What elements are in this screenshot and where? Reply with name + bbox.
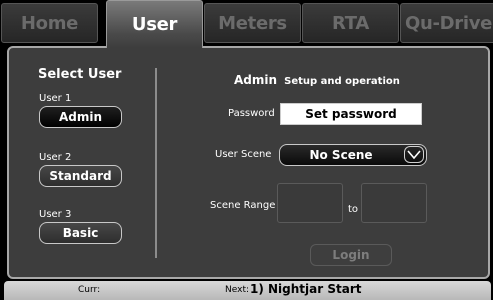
scene-status-bar: Curr: Next: 1) Nightjar Start [4,281,491,300]
user-admin-button[interactable]: Admin [39,106,122,128]
tab-bar: Home User Meters RTA Qu-Drive [0,0,493,48]
user-scene-value: No Scene [309,147,373,162]
user-scene-label: User Scene [215,149,272,160]
current-user-heading: Admin Setup and operation [234,69,400,88]
panel-divider [155,68,157,258]
user-basic-button[interactable]: Basic [39,222,122,244]
select-user-heading: Select User [38,67,122,82]
user-panel: Select User User 1 Admin User 2 Standard… [7,46,490,279]
scene-range-start-field[interactable] [277,183,343,223]
chevron-down-icon[interactable] [404,146,424,163]
user-standard-button[interactable]: Standard [39,165,122,187]
tab-meters[interactable]: Meters [204,3,301,43]
tab-qu-drive[interactable]: Qu-Drive [400,3,493,43]
next-scene-value: 1) Nightjar Start [250,282,362,296]
user-3-label: User 3 [39,209,72,220]
scene-range-label: Scene Range [210,200,276,211]
current-user-description: Setup and operation [284,76,400,87]
user-scene-dropdown[interactable]: No Scene [279,144,427,166]
tab-user[interactable]: User [106,0,203,48]
password-field[interactable]: Set password [280,103,422,125]
scene-range-to-label: to [348,204,359,215]
next-scene-label: Next: [225,285,249,295]
password-label: Password [228,108,275,119]
user-2-label: User 2 [39,152,72,163]
tab-home[interactable]: Home [1,3,98,43]
current-user-name: Admin [234,73,278,87]
user-1-label: User 1 [39,93,72,104]
tab-rta[interactable]: RTA [302,3,399,43]
login-button[interactable]: Login [310,244,392,266]
current-scene-label: Curr: [78,285,101,295]
scene-range-end-field[interactable] [361,183,427,223]
